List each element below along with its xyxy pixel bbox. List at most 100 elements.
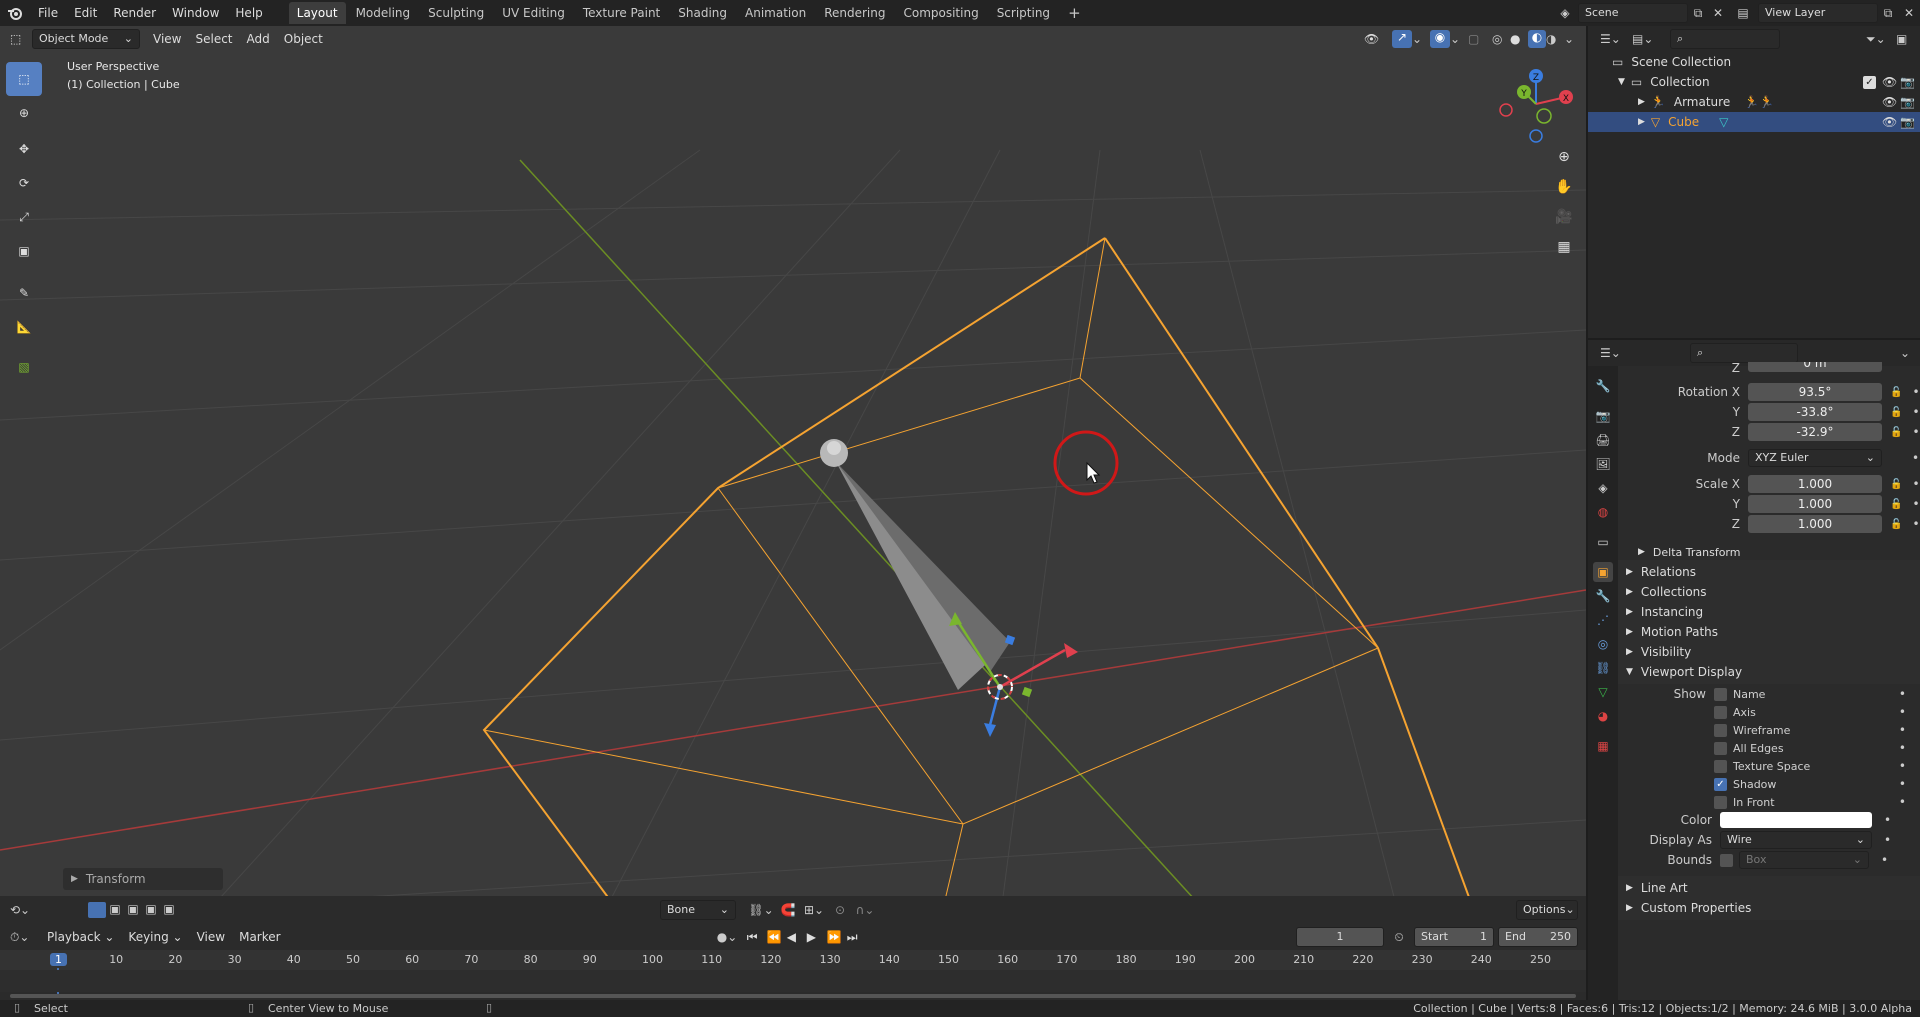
keyframe-dot-icon[interactable]: • [1912,517,1919,531]
delete-view-layer-icon[interactable]: ✕ [1898,6,1920,20]
collection-row[interactable]: ▼ ▭ Collection ✓ 👁 📷 [1588,72,1920,92]
display-mode-icon[interactable]: ▤⌄ [1632,32,1662,46]
timeline-scrollbar[interactable] [10,994,1576,998]
frame-ruler[interactable]: 1 10 20 30 40 50 60 70 80 90 100 110 120 130 140 150 160… [0,950,1586,998]
viewport-menu-add[interactable]: Add [240,28,277,50]
add-workspace-button[interactable]: + [1060,2,1089,24]
keyframe-dot-icon[interactable]: • [1881,853,1888,867]
blender-logo-icon[interactable] [0,0,30,26]
options-dropdown[interactable]: Options ⌄ [1516,900,1578,920]
tab-animation[interactable]: Animation [737,2,814,24]
keyframe-dot-icon[interactable]: • [1912,405,1919,419]
falloff-icon[interactable]: ∩⌄ [850,903,880,917]
lock-icon[interactable]: 🔓 [1890,387,1902,398]
camera-view-icon[interactable]: 🎥 [1551,204,1577,230]
jump-start-icon[interactable]: ⏮ [747,930,767,945]
pivot-icon[interactable]: ⛓⌄ [744,903,778,917]
physics-tab-icon[interactable]: ◎ [1593,634,1613,654]
overlay-toggle-icon[interactable]: ◉ [1430,30,1450,48]
color-swatch[interactable] [1720,812,1872,828]
snap-icon[interactable]: 🧲 [778,903,798,917]
armature-render-icon[interactable]: 📷 [1900,95,1920,109]
display-as-dropdown[interactable]: Wire ⌄ [1720,831,1872,849]
particles-tab-icon[interactable]: ⋰ [1593,610,1613,630]
rotation-z-field[interactable]: -32.9° [1748,423,1882,441]
shading-solid-icon[interactable]: ● [1510,32,1528,46]
editor-type-timeline-icon[interactable]: ⟲⌄ [10,903,40,917]
new-scene-icon[interactable]: ⧉ [1688,6,1708,21]
timeline-menu-view[interactable]: View [190,926,232,948]
menu-render[interactable]: Render [105,0,164,26]
pan-hand-icon[interactable]: ✋ [1551,174,1577,200]
lock-icon[interactable]: 🔓 [1890,407,1902,418]
object-tab-icon[interactable]: ▣ [1593,562,1613,582]
scale-x-field[interactable]: 1.000 [1748,475,1882,493]
filter-icon[interactable]: ⏷⌄ [1866,32,1896,47]
menu-help[interactable]: Help [227,0,270,26]
view-layer-field[interactable]: View Layer [1758,3,1878,23]
outliner-item-cube[interactable]: ▶ ▽ Cube ▽ 👁 📷 [1588,112,1920,132]
bone-dropdown[interactable]: Bone ⌄ [660,900,736,920]
keyframe-dot-icon[interactable]: • [1912,385,1919,399]
gizmo-toggle-icon[interactable]: ↗ [1392,30,1412,48]
play-reverse-icon[interactable]: ◀ [787,930,807,944]
overlay-dropdown-icon[interactable]: ⌄ [1450,32,1468,46]
armature-data-icon[interactable]: 🏃🏃 [1744,95,1774,109]
show-texture-space-checkbox[interactable] [1714,759,1727,773]
keyframe-dot-icon[interactable]: • [1912,451,1919,465]
keyframe-dot-icon[interactable]: • [1899,777,1906,791]
scale-tool[interactable]: ⤢ [6,200,42,234]
delete-scene-icon[interactable]: ✕ [1708,6,1728,20]
select-mode-new-icon[interactable] [88,902,106,918]
jump-keyframe-forward-icon[interactable]: ⏩ [827,930,847,944]
tab-texture-paint[interactable]: Texture Paint [575,2,668,24]
rotation-y-field[interactable]: -33.8° [1748,403,1882,421]
lock-icon[interactable]: 🔓 [1890,519,1902,530]
view-layer-icon[interactable]: ▤ [1728,6,1758,20]
new-collection-icon[interactable]: ▣ [1896,32,1920,46]
snap-target-icon[interactable]: ⊞⌄ [798,903,830,917]
menu-file[interactable]: File [30,0,66,26]
tab-shading[interactable]: Shading [670,2,735,24]
constraints-tab-icon[interactable]: ⛓ [1593,658,1613,678]
texture-tab-icon[interactable]: ▦ [1593,736,1613,756]
tab-modeling[interactable]: Modeling [348,2,419,24]
outliner-item-armature[interactable]: ▶ 🏃 Armature 🏃🏃 👁 📷 [1588,92,1920,112]
timeline-menu-marker[interactable]: Marker [232,926,287,948]
viewport-menu-view[interactable]: View [146,28,188,50]
gizmo-dropdown-icon[interactable]: ⌄ [1412,32,1430,46]
show-shadow-checkbox[interactable]: ✓ [1714,777,1727,791]
outliner-search-input[interactable]: ⌕ [1670,29,1780,49]
outliner[interactable]: ☰⌄ ▤⌄ ⌕ ⏷⌄ ▣ ▭ Scene Collection ▼ ▭ Coll… [1588,26,1920,338]
tab-sculpting[interactable]: Sculpting [420,2,492,24]
add-cube-tool[interactable]: ▧ [6,350,42,384]
scene-collection-row[interactable]: ▭ Scene Collection [1588,52,1920,72]
collection-tab-icon[interactable]: ▭ [1593,532,1613,552]
tab-rendering[interactable]: Rendering [816,2,893,24]
show-axis-checkbox[interactable] [1714,705,1727,719]
proportional-edit-icon[interactable]: ⊙ [830,903,850,917]
current-frame-field[interactable]: 1 [1296,927,1385,947]
panel-viewport-display[interactable]: ▼ Viewport Display [1618,660,1920,684]
cursor-tool[interactable]: ⊕ [6,96,42,130]
keyframe-dot-icon[interactable]: • [1884,833,1891,847]
collection-exclude-checkbox[interactable]: ✓ [1863,75,1876,89]
scene-name-field[interactable]: Scene [1578,3,1688,23]
zoom-icon[interactable]: ⊕ [1551,144,1577,170]
end-frame-field[interactable]: End 250 [1498,927,1579,947]
data-tab-icon[interactable]: ▽ [1593,682,1613,702]
transform-redo-panel[interactable]: ▶ Transform [63,868,223,890]
outliner-editor-type-icon[interactable]: ☰⌄ [1600,32,1632,46]
properties-editor[interactable]: ☰⌄ ⌕ ⌄ 🔧 📷 🖨 🖼 ◈ ◍ ▭ ▣ 🔧 ⋰ ◎ ⛓ ▽ ◕ ▦ Z 0… [1588,340,1920,1000]
editor-type-icon[interactable]: ⬚ [10,32,24,46]
scale-y-field[interactable]: 1.000 [1748,495,1882,513]
world-tab-icon[interactable]: ◍ [1593,502,1613,522]
annotate-tool[interactable]: ✎ [6,276,42,310]
scene-tab-icon[interactable]: ◈ [1593,478,1613,498]
perspective-grid-icon[interactable]: ▦ [1551,234,1577,260]
measure-tool[interactable]: 📐 [6,310,42,344]
keyframe-dot-icon[interactable]: • [1912,477,1919,491]
keyframe-dot-icon[interactable]: • [1884,813,1891,827]
show-name-checkbox[interactable] [1714,687,1727,701]
select-box-tool[interactable]: ⬚ [6,62,42,96]
